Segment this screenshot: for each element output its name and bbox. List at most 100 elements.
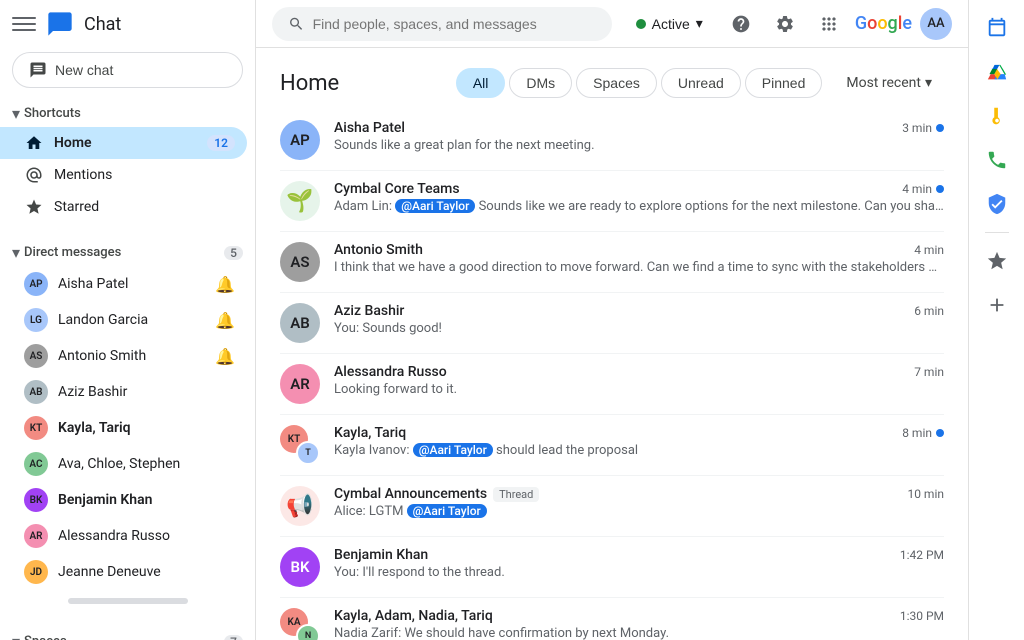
rail-divider [985, 232, 1009, 233]
sidebar-dm-alessandra[interactable]: AR Alessandra Russo [0, 518, 247, 554]
msg-row-alessandra[interactable]: AR Alessandra Russo 7 min Looking forwar… [280, 354, 944, 415]
sort-button[interactable]: Most recent ▾ [834, 69, 944, 97]
filter-unread[interactable]: Unread [661, 68, 741, 98]
top-bar-right: Active ▾ Google AA [624, 6, 952, 42]
calendar-icon [986, 17, 1008, 39]
msg-preview-aisha: Sounds like a great plan for the next me… [334, 138, 944, 153]
nav-starred[interactable]: Starred [0, 191, 247, 223]
dm-avatar-antonio: AS [24, 344, 48, 368]
msg-row-cymbal-core[interactable]: 🌱 Cymbal Core Teams 4 min Adam Lin: @Aar… [280, 171, 944, 232]
msg-preview-benjamin: You: I'll respond to the thread. [334, 565, 944, 580]
msg-row-benjamin[interactable]: BK Benjamin Khan 1:42 PM You: I'll respo… [280, 537, 944, 598]
msg-preview-kayla-tariq: Kayla Ivanov: @Aari Taylor should lead t… [334, 443, 944, 458]
rail-calendar-button[interactable] [977, 8, 1017, 48]
keep-icon [986, 105, 1008, 127]
msg-time-group-kayla: 1:30 PM [900, 609, 944, 623]
msg-time-cymbal-ann: 10 min [907, 487, 944, 501]
rail-add-button[interactable] [977, 285, 1017, 325]
sidebar-dm-benjamin[interactable]: BK Benjamin Khan [0, 482, 247, 518]
home-icon [24, 133, 44, 153]
rail-keep-button[interactable] [977, 96, 1017, 136]
shortcuts-section-header[interactable]: ▾ Shortcuts [0, 100, 255, 127]
msg-body-benjamin: Benjamin Khan 1:42 PM You: I'll respond … [334, 547, 944, 580]
sidebar-dm-landon[interactable]: LG Landon Garcia 🔔 [0, 302, 247, 338]
help-button[interactable] [723, 6, 759, 42]
sidebar-header: Chat [0, 0, 255, 48]
sidebar-dm-aisha[interactable]: AP Aisha Patel 🔔 [0, 266, 247, 302]
spaces-chevron: ▾ [12, 632, 20, 640]
filter-pinned[interactable]: Pinned [745, 68, 823, 98]
msg-body-kayla-tariq: Kayla, Tariq 8 min Kayla Ivanov: @Aari T… [334, 425, 944, 458]
nav-mentions[interactable]: Mentions [0, 159, 247, 191]
msg-body-cymbal-core: Cymbal Core Teams 4 min Adam Lin: @Aari … [334, 181, 944, 214]
msg-row-antonio[interactable]: AS Antonio Smith 4 min I think that we h… [280, 232, 944, 293]
status-chevron: ▾ [696, 15, 703, 32]
dm-label-kayla: Kayla, Tariq [58, 420, 131, 436]
chat-app-icon [46, 10, 74, 38]
msg-time-benjamin: 1:42 PM [900, 548, 944, 562]
msg-row-aziz[interactable]: AB Aziz Bashir 6 min You: Sounds good! [280, 293, 944, 354]
dm-label-antonio: Antonio Smith [58, 348, 146, 364]
dm-avatar-aisha: AP [24, 272, 48, 296]
msg-preview-antonio: I think that we have a good direction to… [334, 260, 944, 275]
bell-icon-landon: 🔔 [215, 311, 235, 330]
spaces-section-header[interactable]: ▾ Spaces 7 [0, 628, 255, 640]
sidebar-dm-ava[interactable]: AC Ava, Chloe, Stephen [0, 446, 247, 482]
spaces-label: Spaces [24, 634, 67, 640]
spaces-section: ▾ Spaces 7 🌱 Cymbal Core Teams 📢 Cymbal … [0, 624, 255, 640]
dm-label-landon: Landon Garcia [58, 312, 148, 328]
direct-messages-section: ▾ Direct messages 5 AP Aisha Patel 🔔 LG … [0, 235, 255, 616]
top-bar: Active ▾ Google AA [256, 0, 968, 48]
msg-preview-alessandra: Looking forward to it. [334, 382, 944, 397]
shortcuts-section: ▾ Shortcuts Home 12 Mentions Starred [0, 96, 255, 227]
sidebar-dm-kayla[interactable]: KT Kayla, Tariq [0, 410, 247, 446]
unread-dot-cymbal-core [936, 185, 944, 193]
msg-row-cymbal-ann[interactable]: 📢 Cymbal Announcements Thread 10 min Ali… [280, 476, 944, 537]
new-chat-button[interactable]: New chat [12, 52, 243, 88]
search-box[interactable] [272, 7, 612, 41]
msg-time-cymbal-core: 4 min [902, 182, 944, 196]
msg-row-group-kayla[interactable]: KA N Kayla, Adam, Nadia, Tariq 1:30 PM N… [280, 598, 944, 640]
thread-badge-cymbal-ann: Thread [493, 487, 539, 502]
mentions-icon [24, 165, 44, 185]
search-input[interactable] [313, 16, 596, 32]
sidebar-dm-antonio[interactable]: AS Antonio Smith 🔔 [0, 338, 247, 374]
spaces-count: 7 [224, 635, 243, 640]
sidebar-dm-jeanne[interactable]: JD Jeanne Deneuve [0, 554, 247, 590]
dm-chevron: ▾ [12, 243, 20, 262]
msg-name-cymbal-core: Cymbal Core Teams [334, 181, 460, 197]
filter-spaces[interactable]: Spaces [576, 68, 657, 98]
dm-avatar-alessandra: AR [24, 524, 48, 548]
status-button[interactable]: Active ▾ [624, 9, 715, 38]
msg-time-kayla-tariq: 8 min [902, 426, 944, 440]
msg-avatar-aziz: AB [280, 303, 320, 343]
msg-avatar-benjamin: BK [280, 547, 320, 587]
user-avatar[interactable]: AA [920, 8, 952, 40]
dm-section-header[interactable]: ▾ Direct messages 5 [0, 239, 255, 266]
new-chat-icon [29, 61, 47, 79]
rail-phone-button[interactable] [977, 140, 1017, 180]
rail-tasks-button[interactable] [977, 184, 1017, 224]
msg-avatar-alessandra: AR [280, 364, 320, 404]
hamburger-icon[interactable] [12, 17, 36, 31]
msg-avatar-aisha: AP [280, 120, 320, 160]
sidebar-dm-aziz[interactable]: AB Aziz Bashir [0, 374, 247, 410]
filter-all[interactable]: All [456, 68, 506, 98]
rail-star-button[interactable] [977, 241, 1017, 281]
apps-button[interactable] [811, 6, 847, 42]
tasks-icon [986, 193, 1008, 215]
filter-tabs: All DMs Spaces Unread Pinned Most recent… [456, 68, 944, 98]
filter-dms[interactable]: DMs [509, 68, 572, 98]
msg-row-kayla-tariq[interactable]: KT T Kayla, Tariq 8 min Kayla Ivanov: @A… [280, 415, 944, 476]
unread-dot-kayla-tariq [936, 429, 944, 437]
msg-body-cymbal-ann: Cymbal Announcements Thread 10 min Alice… [334, 486, 944, 519]
rail-drive-button[interactable] [977, 52, 1017, 92]
msg-body-aisha: Aisha Patel 3 min Sounds like a great pl… [334, 120, 944, 153]
nav-home[interactable]: Home 12 [0, 127, 247, 159]
dm-label-aziz: Aziz Bashir [58, 384, 127, 400]
mention-chip-cymbal-ann: @Aari Taylor [407, 504, 487, 518]
settings-button[interactable] [767, 6, 803, 42]
dm-label-benjamin: Benjamin Khan [58, 492, 152, 508]
msg-row-aisha[interactable]: AP Aisha Patel 3 min Sounds like a great… [280, 110, 944, 171]
scrollbar-indicator [68, 598, 188, 604]
